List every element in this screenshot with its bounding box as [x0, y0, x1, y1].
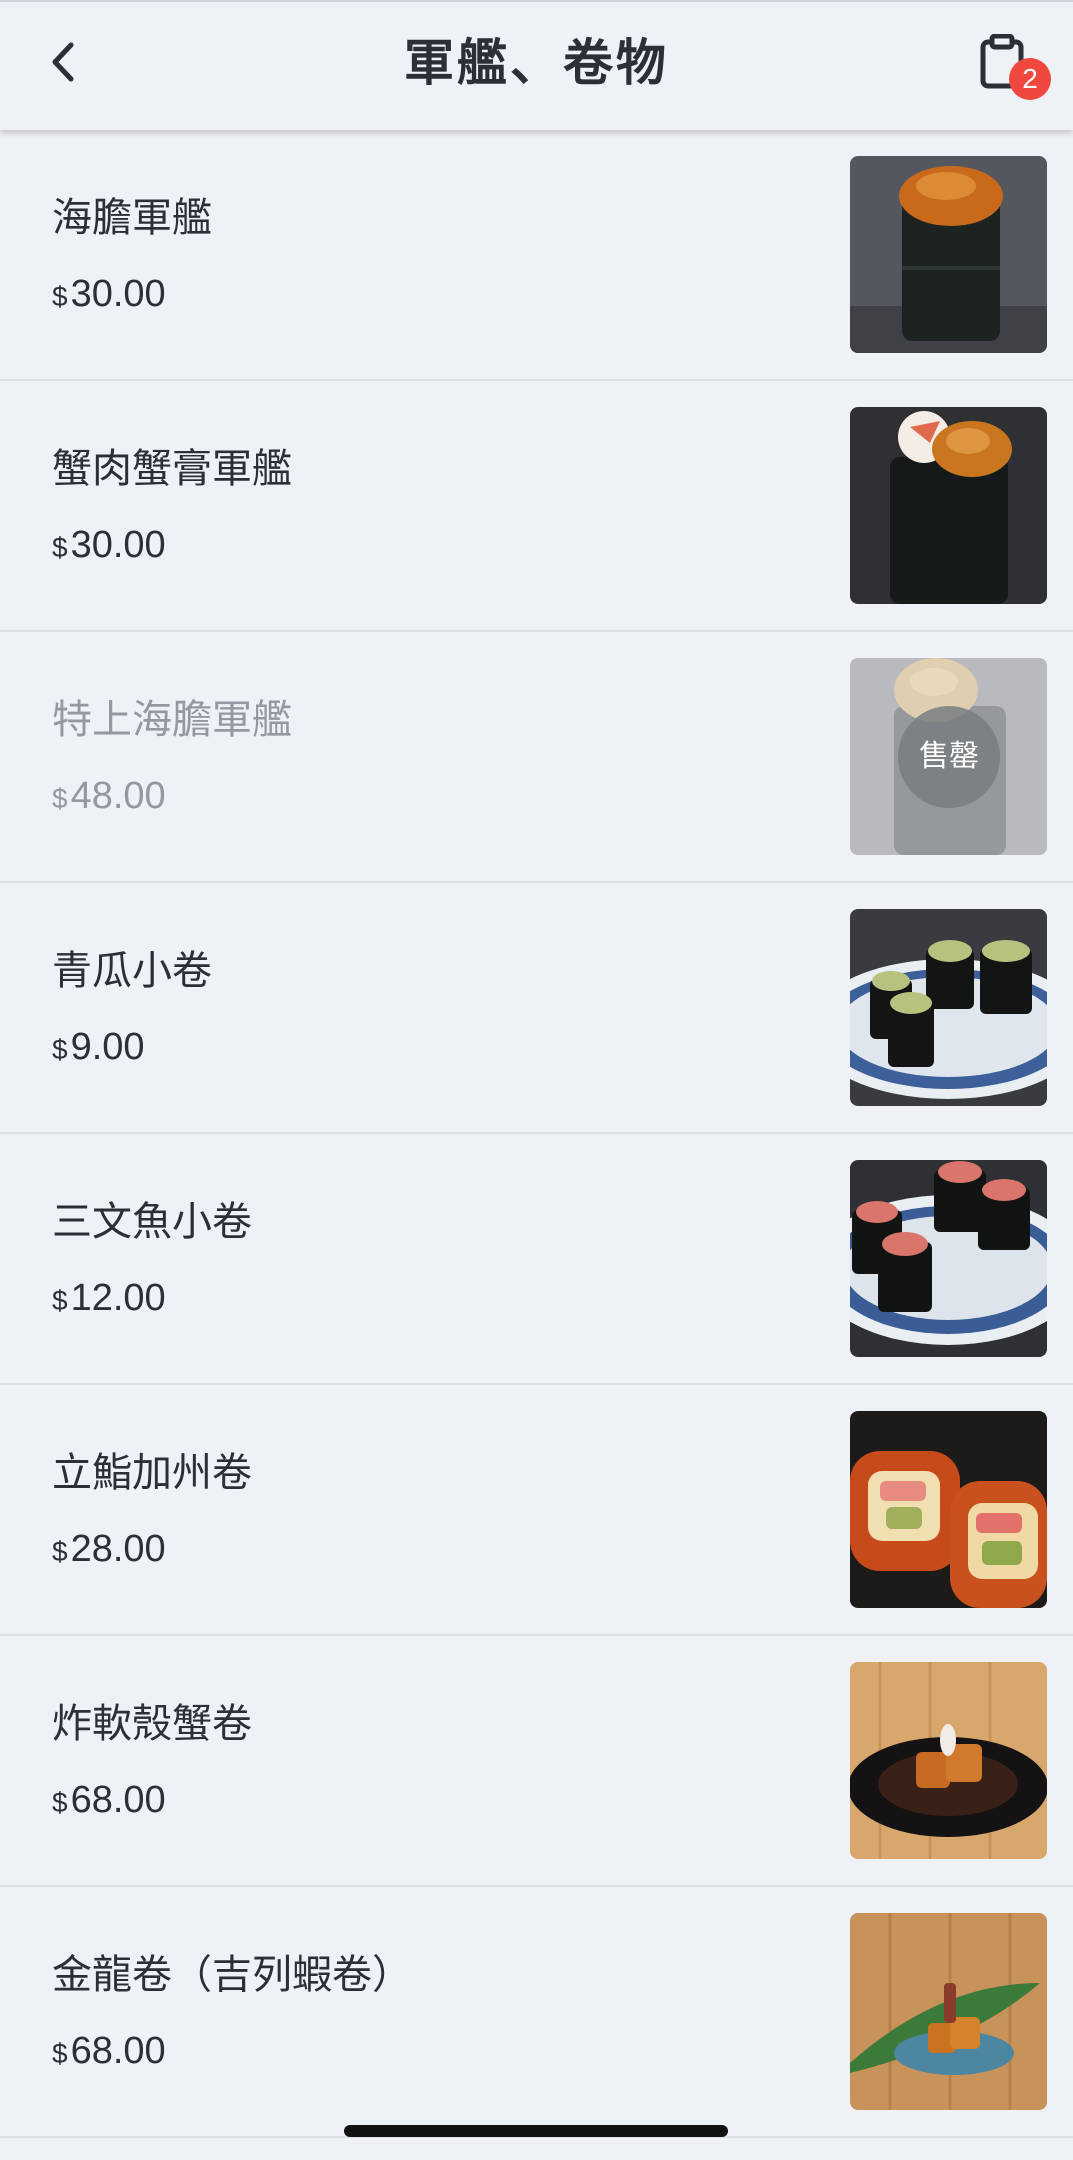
item-name: 立鮨加州卷	[52, 1450, 252, 1496]
top-bar: 軍艦、卷物 2	[0, 0, 1073, 130]
menu-item[interactable]: 立鮨加州卷 $28.00	[0, 1385, 1073, 1636]
item-price: $68.00	[52, 2025, 166, 2080]
home-indicator[interactable]	[344, 2125, 728, 2137]
menu-item[interactable]: 海膽軍艦 $30.00	[0, 130, 1073, 381]
menu-item[interactable]: 金龍卷（吉列蝦卷） $68.00	[0, 1887, 1073, 2138]
item-image	[850, 407, 1047, 604]
menu-list: 海膽軍艦 $30.00 蟹肉蟹膏軍艦 $30.00 特上海膽軍艦 $48.00 …	[0, 130, 1073, 2138]
price-value: 9.00	[70, 1026, 145, 1068]
currency-symbol: $	[52, 281, 68, 312]
item-image	[850, 1160, 1047, 1357]
item-name: 炸軟殼蟹卷	[52, 1701, 252, 1747]
item-name: 青瓜小卷	[52, 948, 212, 994]
currency-symbol: $	[52, 1536, 68, 1567]
item-price: $48.00	[52, 770, 166, 825]
item-price: $28.00	[52, 1523, 166, 1578]
item-name: 蟹肉蟹膏軍艦	[52, 446, 292, 492]
item-price: $12.00	[52, 1272, 166, 1327]
item-name: 金龍卷（吉列蝦卷）	[52, 1952, 412, 1998]
item-image	[850, 1411, 1047, 1608]
currency-symbol: $	[52, 532, 68, 563]
currency-symbol: $	[52, 1285, 68, 1316]
chevron-left-icon	[52, 42, 74, 82]
sold-out-badge: 售罄	[898, 706, 1000, 808]
menu-screen: 軍艦、卷物 2 海膽軍艦 $30.00 蟹肉蟹膏軍艦 $30.00 特上海膽軍艦…	[0, 0, 1073, 2160]
price-value: 12.00	[70, 1277, 166, 1319]
item-price: $9.00	[52, 1021, 145, 1076]
price-value: 28.00	[70, 1528, 166, 1570]
price-value: 48.00	[70, 775, 166, 817]
menu-item[interactable]: 炸軟殼蟹卷 $68.00	[0, 1636, 1073, 1887]
item-price: $68.00	[52, 1774, 166, 1829]
item-price: $30.00	[52, 519, 166, 574]
item-name: 特上海膽軍艦	[52, 697, 292, 743]
item-image	[850, 156, 1047, 353]
price-value: 68.00	[70, 1779, 166, 1821]
currency-symbol: $	[52, 1787, 68, 1818]
page-title: 軍艦、卷物	[404, 34, 669, 92]
item-image	[850, 909, 1047, 1106]
cart-button[interactable]: 2	[969, 28, 1051, 104]
item-name: 三文魚小卷	[52, 1199, 252, 1245]
currency-symbol: $	[52, 2038, 68, 2069]
menu-item-sold-out[interactable]: 特上海膽軍艦 $48.00 售罄	[0, 632, 1073, 883]
price-value: 30.00	[70, 273, 166, 315]
item-image: 售罄	[850, 658, 1047, 855]
currency-symbol: $	[52, 1034, 68, 1065]
menu-item[interactable]: 三文魚小卷 $12.00	[0, 1134, 1073, 1385]
price-value: 30.00	[70, 524, 166, 566]
back-button[interactable]	[30, 26, 96, 98]
menu-item[interactable]: 蟹肉蟹膏軍艦 $30.00	[0, 381, 1073, 632]
item-name: 海膽軍艦	[52, 195, 212, 241]
menu-item[interactable]: 青瓜小卷 $9.00	[0, 883, 1073, 1134]
price-value: 68.00	[70, 2030, 166, 2072]
currency-symbol: $	[52, 783, 68, 814]
cart-count-badge: 2	[1009, 58, 1051, 100]
item-image	[850, 1662, 1047, 1859]
item-image	[850, 1913, 1047, 2110]
item-price: $30.00	[52, 268, 166, 323]
